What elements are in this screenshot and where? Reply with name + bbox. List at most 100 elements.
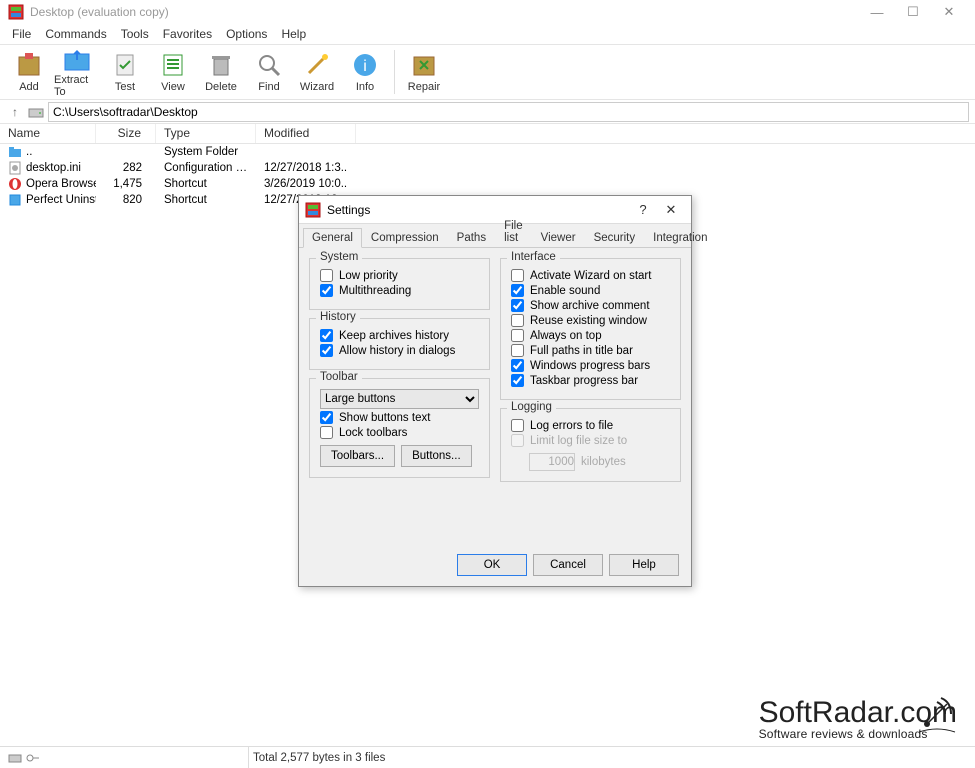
menu-file[interactable]: File: [6, 25, 37, 43]
file-row[interactable]: desktop.ini282Configuration setti..12/27…: [0, 160, 975, 176]
file-icon: [8, 177, 22, 191]
app-icon: [305, 202, 321, 218]
menubar: File Commands Tools Favorites Options He…: [0, 24, 975, 44]
dialog-buttons: OK Cancel Help: [457, 554, 679, 576]
interface-checkbox[interactable]: Always on top: [511, 329, 670, 342]
window-title: Desktop (evaluation copy): [30, 5, 169, 19]
view-button[interactable]: View: [150, 46, 196, 98]
tab-file-list[interactable]: File list: [495, 216, 532, 248]
limit-log-checkbox[interactable]: Limit log file size to: [511, 434, 670, 447]
keep-history-checkbox[interactable]: Keep archives history: [320, 329, 479, 342]
watermark: SoftRadar.com Software reviews & downloa…: [759, 698, 957, 740]
lock-toolbars-checkbox[interactable]: Lock toolbars: [320, 426, 479, 439]
low-priority-checkbox[interactable]: Low priority: [320, 269, 479, 282]
history-group: History Keep archives history Allow hist…: [309, 318, 490, 370]
toolbar: Add Extract To Test View Delete Find Wiz…: [0, 44, 975, 100]
view-icon: [159, 51, 187, 79]
toolbar-group: Toolbar Large buttons Show buttons text …: [309, 378, 490, 478]
cancel-button[interactable]: Cancel: [533, 554, 603, 576]
file-row[interactable]: ..System Folder: [0, 144, 975, 160]
search-icon: [255, 51, 283, 79]
tab-integration[interactable]: Integration: [644, 228, 716, 248]
log-size-unit: kilobytes: [581, 456, 626, 468]
tab-viewer[interactable]: Viewer: [532, 228, 585, 248]
interface-checkbox[interactable]: Show archive comment: [511, 299, 670, 312]
col-size[interactable]: Size: [96, 124, 156, 143]
test-button[interactable]: Test: [102, 46, 148, 98]
toolbar-separator: [394, 50, 395, 94]
tab-general-body: System Low priority Multithreading Histo…: [299, 248, 691, 492]
tab-general[interactable]: General: [303, 228, 362, 248]
status-icons: [8, 752, 248, 764]
drive-icon: [28, 104, 44, 120]
wizard-button[interactable]: Wizard: [294, 46, 340, 98]
log-errors-checkbox[interactable]: Log errors to file: [511, 419, 670, 432]
app-icon: [8, 4, 24, 20]
allow-history-checkbox[interactable]: Allow history in dialogs: [320, 344, 479, 357]
interface-checkbox[interactable]: Windows progress bars: [511, 359, 670, 372]
extract-button[interactable]: Extract To: [54, 46, 100, 98]
test-icon: [111, 51, 139, 79]
window-titlebar: Desktop (evaluation copy) — ☐ ✕: [0, 0, 975, 24]
up-button[interactable]: ↑: [6, 103, 24, 121]
wand-icon: [303, 51, 331, 79]
menu-favorites[interactable]: Favorites: [157, 25, 218, 43]
dialog-title: Settings: [327, 203, 370, 217]
address-bar: ↑: [0, 100, 975, 124]
show-buttons-text-checkbox[interactable]: Show buttons text: [320, 411, 479, 424]
status-bar: Total 2,577 bytes in 3 files: [0, 746, 975, 768]
buttons-button[interactable]: Buttons...: [401, 445, 472, 467]
minimize-button[interactable]: —: [859, 2, 895, 22]
path-input[interactable]: [48, 102, 969, 122]
interface-group: Interface Activate Wizard on startEnable…: [500, 258, 681, 400]
drive-icon: [8, 752, 22, 764]
file-list-header: Name Size Type Modified: [0, 124, 975, 144]
close-button[interactable]: ✕: [931, 2, 967, 22]
dialog-close-button[interactable]: ✕: [657, 199, 685, 221]
delete-button[interactable]: Delete: [198, 46, 244, 98]
menu-commands[interactable]: Commands: [39, 25, 112, 43]
maximize-button[interactable]: ☐: [895, 2, 931, 22]
dialog-help-button[interactable]: ?: [629, 199, 657, 221]
multithreading-checkbox[interactable]: Multithreading: [320, 284, 479, 297]
satellite-icon: [915, 692, 959, 736]
folder-out-icon: [63, 46, 91, 72]
menu-tools[interactable]: Tools: [115, 25, 155, 43]
file-row[interactable]: Opera Browser.lnk1,475Shortcut3/26/2019 …: [0, 176, 975, 192]
interface-checkbox[interactable]: Full paths in title bar: [511, 344, 670, 357]
toolbar-size-select[interactable]: Large buttons: [320, 389, 479, 409]
menu-options[interactable]: Options: [220, 25, 273, 43]
status-text: Total 2,577 bytes in 3 files: [248, 747, 967, 768]
key-icon: [26, 752, 40, 764]
toolbars-button[interactable]: Toolbars...: [320, 445, 395, 467]
add-button[interactable]: Add: [6, 46, 52, 98]
interface-checkbox[interactable]: Reuse existing window: [511, 314, 670, 327]
repair-button[interactable]: Repair: [401, 46, 447, 98]
info-icon: i: [351, 51, 379, 79]
ok-button[interactable]: OK: [457, 554, 527, 576]
find-button[interactable]: Find: [246, 46, 292, 98]
info-button[interactable]: iInfo: [342, 46, 388, 98]
file-icon: [8, 193, 22, 207]
tab-compression[interactable]: Compression: [362, 228, 448, 248]
settings-tabs: GeneralCompressionPathsFile listViewerSe…: [299, 224, 691, 248]
col-name[interactable]: Name: [0, 124, 96, 143]
col-modified[interactable]: Modified: [256, 124, 356, 143]
file-icon: [8, 145, 22, 159]
interface-checkbox[interactable]: Taskbar progress bar: [511, 374, 670, 387]
menu-help[interactable]: Help: [275, 25, 312, 43]
tab-paths[interactable]: Paths: [448, 228, 495, 248]
logging-group: Logging Log errors to file Limit log fil…: [500, 408, 681, 482]
system-group: System Low priority Multithreading: [309, 258, 490, 310]
help-button[interactable]: Help: [609, 554, 679, 576]
tab-security[interactable]: Security: [585, 228, 645, 248]
file-icon: [8, 161, 22, 175]
repair-icon: [410, 51, 438, 79]
log-size-input[interactable]: [529, 453, 575, 471]
interface-checkbox[interactable]: Activate Wizard on start: [511, 269, 670, 282]
trash-icon: [207, 51, 235, 79]
interface-checkbox[interactable]: Enable sound: [511, 284, 670, 297]
svg-text:i: i: [363, 58, 367, 75]
col-type[interactable]: Type: [156, 124, 256, 143]
archive-icon: [15, 51, 43, 79]
